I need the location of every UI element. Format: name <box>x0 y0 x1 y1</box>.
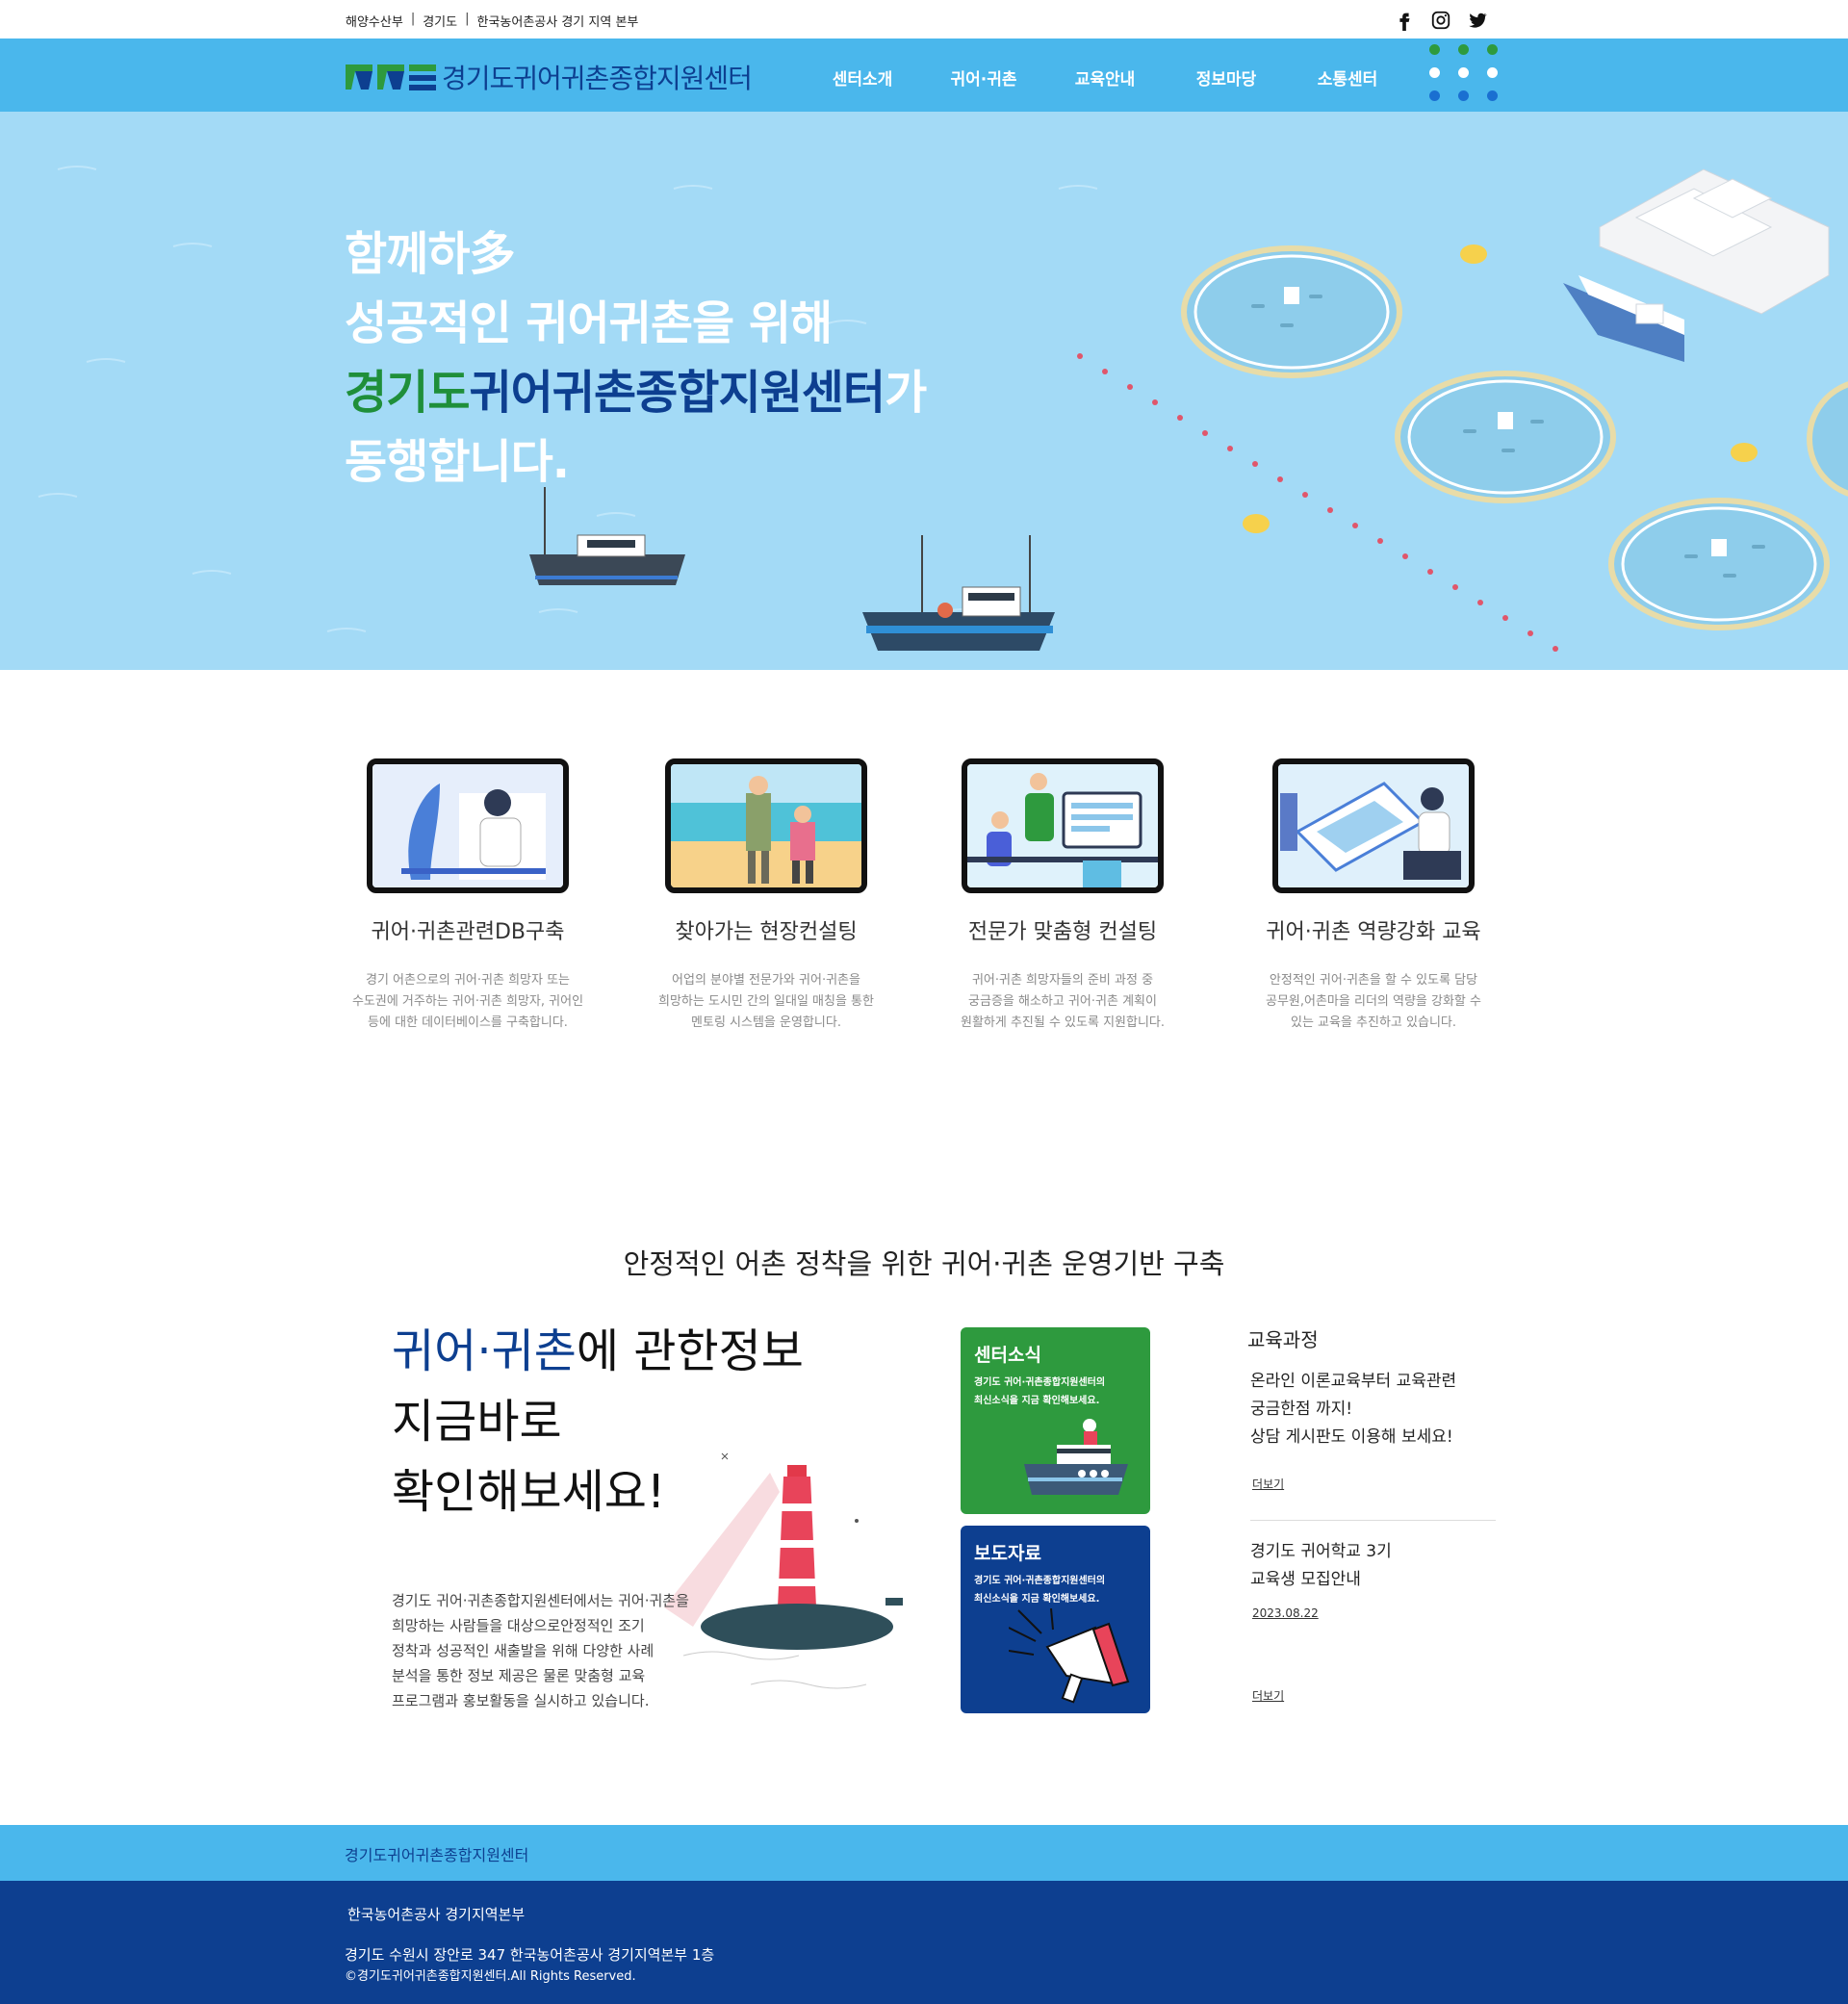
menu-item-education[interactable]: 교육안내 <box>1044 65 1166 90</box>
menu-item-community[interactable]: 소통센터 <box>1287 65 1408 90</box>
hero-line-3: 경기도귀어귀촌종합지원센터가 <box>345 358 927 427</box>
twitter-icon[interactable] <box>1467 10 1488 31</box>
press-card[interactable]: 보도자료 경기도 귀어·귀촌종합지원센터의 최신소식을 지금 확인해보세요. <box>961 1526 1150 1713</box>
top-link-krc[interactable]: 한국농어촌공사 경기 지역 본부 <box>476 12 638 30</box>
more-link[interactable]: 더보기 <box>1252 1687 1284 1704</box>
top-link-mof[interactable]: 해양수산부 <box>346 12 403 30</box>
education-title: 교육과정 <box>1247 1328 1319 1351</box>
education-item-online[interactable]: 온라인 이론교육부터 교육관련 궁금한점 까지! 상담 게시판도 이용해 보세요! <box>1250 1368 1456 1452</box>
hero-gyeonggi: 경기도 <box>345 366 470 420</box>
hero-line-4: 동행합니다. <box>345 435 570 489</box>
ship-icon <box>1024 1419 1128 1495</box>
megaphone-icon <box>1009 1608 1130 1704</box>
footer-top: 경기도귀어귀촌종합지원센터 <box>0 1825 1848 1881</box>
news-card-title: 센터소식 <box>974 1345 1041 1366</box>
divider <box>1250 1520 1496 1521</box>
site-logo[interactable]: 경기도귀어귀촌종합지원센터 <box>346 58 753 96</box>
service-education[interactable]: 귀어·귀촌 역량강화 교육 안정적인 귀어·귀촌을 할 수 있도록 담당 공무원,… <box>1248 758 1499 1034</box>
info-description: 경기도 귀어·귀촌종합지원센터에서는 귀어·귀촌을 희망하는 사람들을 대상으로안… <box>392 1592 689 1709</box>
main-nav: 경기도귀어귀촌종합지원센터 센터소개 귀어·귀촌 교육안내 정보마당 소통센터 <box>0 39 1848 112</box>
hero-center-name: 귀어귀촌종합지원센터 <box>469 366 886 420</box>
service-db-desc: 경기 어촌으로의 귀어·귀촌 희망자 또는 수도권에 거주하는 귀어·귀촌 희망자… <box>351 973 584 1030</box>
service-expert-image <box>962 758 1164 893</box>
service-education-title: 귀어·귀촌 역량강화 교육 <box>1266 920 1481 944</box>
service-field-desc: 어업의 분야별 전문가와 귀어·귀촌을 희망하는 도시민 간의 일대일 매칭을 통… <box>658 973 874 1030</box>
press-card-desc: 경기도 귀어·귀촌종합지원센터의 최신소식을 지금 확인해보세요. <box>974 1576 1106 1605</box>
separator: | <box>410 12 416 26</box>
hero-line-2: 성공적인 귀어귀촌을 위해 <box>345 296 833 350</box>
top-bar: 해양수산부 | 경기도 | 한국농어촌공사 경기 지역 본부 <box>0 0 1848 39</box>
service-db[interactable]: 귀어·귀촌관련DB구축 경기 어촌으로의 귀어·귀촌 희망자 또는 수도권에 거주… <box>343 758 593 1034</box>
info-head-line-1: 귀어·귀촌에 관한정보 <box>392 1324 804 1378</box>
service-education-desc: 안정적인 귀어·귀촌을 할 수 있도록 담당 공무원,어촌마을 리더의 역량을 강… <box>1266 973 1481 1030</box>
hero-headline: 함께하多 성공적인 귀어귀촌을 위해 경기도귀어귀촌종합지원센터가 동행합니다. <box>345 219 927 497</box>
more-link[interactable]: 더보기 <box>1252 1476 1284 1492</box>
service-db-image <box>367 758 569 893</box>
footer-copyright: ©경기도귀어귀촌종합지원센터.All Rights Reserved. <box>345 1969 636 1984</box>
logo-text: 경기도귀어귀촌종합지원센터 <box>442 63 753 94</box>
footer-org: 한국농어촌공사 경기지역본부 <box>347 1906 526 1923</box>
service-education-image <box>1272 758 1475 893</box>
all-menu-icon[interactable] <box>1429 44 1498 104</box>
footer-center-name: 경기도귀어귀촌종합지원센터 <box>345 1846 529 1864</box>
service-db-title: 귀어·귀촌관련DB구축 <box>371 920 565 944</box>
menu-item-about[interactable]: 센터소개 <box>802 65 923 90</box>
service-expert-consulting[interactable]: 전문가 맞춤형 컨설팅 귀어·귀촌 희망자들의 준비 과정 중 궁금증을 해소하고… <box>937 758 1188 1034</box>
section-title: 안정적인 어촌 정착을 위한 귀어·귀촌 운영기반 구축 <box>623 1247 1225 1280</box>
service-expert-title: 전문가 맞춤형 컨설팅 <box>967 920 1158 944</box>
service-field-title: 찾아가는 현장컨설팅 <box>675 920 858 944</box>
news-card[interactable]: 센터소식 경기도 귀어·귀촌종합지원센터의 최신소식을 지금 확인해보세요. <box>961 1327 1150 1514</box>
lighthouse-illustration <box>664 1452 903 1689</box>
separator: | <box>465 12 470 26</box>
facebook-icon[interactable] <box>1394 10 1415 31</box>
menu-item-info[interactable]: 정보마당 <box>1166 65 1287 90</box>
hero-line-1: 함께하多 <box>345 227 515 281</box>
hero-particle: 가 <box>885 366 927 420</box>
education-item-school[interactable]: 경기도 귀어학교 3기 교육생 모집안내 <box>1250 1538 1392 1594</box>
main-menu: 센터소개 귀어·귀촌 교육안내 정보마당 소통센터 <box>802 65 1408 90</box>
logo-mark-icon <box>346 64 436 90</box>
press-card-title: 보도자료 <box>974 1543 1041 1564</box>
top-links: 해양수산부 | 경기도 | 한국농어촌공사 경기 지역 본부 <box>346 12 638 30</box>
service-expert-desc: 귀어·귀촌 희망자들의 준비 과정 중 궁금증을 해소하고 귀어·귀촌 계획이 원활… <box>960 973 1166 1030</box>
top-link-gyeonggi[interactable]: 경기도 <box>423 12 457 30</box>
service-field-consulting[interactable]: 찾아가는 현장컨설팅 어업의 분야별 전문가와 귀어·귀촌을 희망하는 도시민 간… <box>641 758 891 1034</box>
service-field-image <box>665 758 867 893</box>
education-date: 2023.08.22 <box>1252 1606 1319 1620</box>
instagram-icon[interactable] <box>1430 10 1451 31</box>
footer-address: 경기도 수원시 장안로 347 한국농어촌공사 경기지역본부 1층 <box>345 1946 715 1964</box>
social-links <box>1394 10 1488 31</box>
menu-item-return[interactable]: 귀어·귀촌 <box>923 65 1044 90</box>
footer-bottom: 한국농어촌공사 경기지역본부 경기도 수원시 장안로 347 한국농어촌공사 경… <box>0 1881 1848 2004</box>
hero-banner: 함께하多 성공적인 귀어귀촌을 위해 경기도귀어귀촌종합지원센터가 동행합니다. <box>0 112 1848 670</box>
news-card-desc: 경기도 귀어·귀촌종합지원센터의 최신소식을 지금 확인해보세요. <box>974 1377 1106 1406</box>
info-head-highlight: 귀어·귀촌 <box>392 1324 577 1378</box>
